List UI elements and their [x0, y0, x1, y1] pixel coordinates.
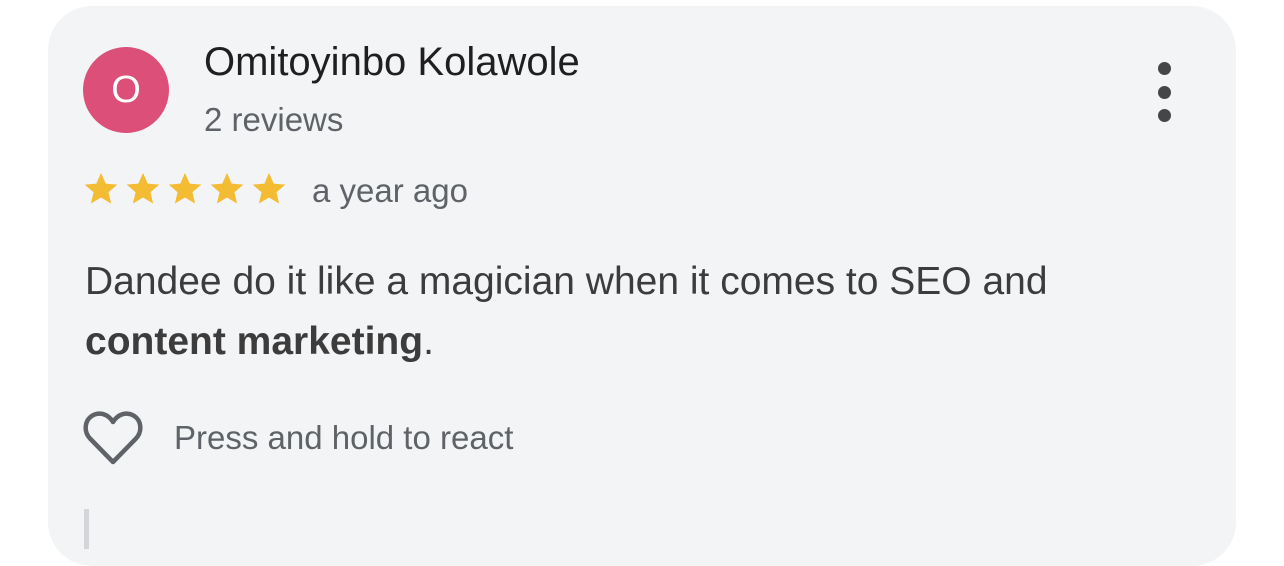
review-card: O Omitoyinbo Kolawole 2 reviews a year a…: [48, 6, 1236, 566]
review-time: a year ago: [312, 172, 468, 209]
star-icon: [252, 172, 286, 204]
star-icon: [126, 172, 160, 204]
more-vert-icon-dot: [1157, 85, 1171, 99]
react-label: Press and hold to react: [174, 419, 514, 456]
review-text-bold: content marketing: [85, 320, 424, 363]
more-options-button[interactable]: [1146, 62, 1182, 122]
more-vert-icon-dot: [1157, 62, 1171, 75]
reviewer-name[interactable]: Omitoyinbo Kolawole: [204, 40, 580, 85]
heart-icon: [83, 411, 143, 465]
more-vert-icon-dot: [1157, 109, 1171, 122]
reviewer-review-count: 2 reviews: [204, 101, 344, 138]
star-icon: [168, 172, 202, 204]
avatar-letter: O: [111, 69, 141, 111]
divider: [84, 509, 89, 549]
star-rating: [82, 170, 288, 208]
review-text: Dandee do it like a magician when it com…: [85, 252, 1195, 372]
review-text-part1: Dandee do it like a magician when it com…: [85, 260, 1048, 303]
review-text-part2: .: [423, 320, 434, 363]
react-button[interactable]: Press and hold to react: [82, 410, 513, 466]
star-icon: [84, 172, 118, 204]
avatar[interactable]: O: [83, 47, 169, 133]
star-icon: [210, 172, 244, 204]
